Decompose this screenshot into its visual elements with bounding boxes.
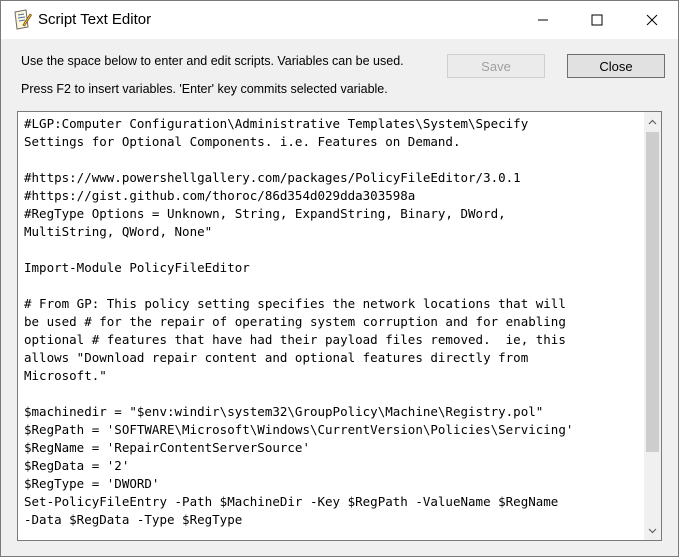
close-button[interactable]: Close bbox=[567, 54, 665, 78]
variables-hint-text: Press F2 to insert variables. 'Enter' ke… bbox=[21, 82, 388, 96]
close-icon bbox=[646, 14, 658, 26]
instructions-text: Use the space below to enter and edit sc… bbox=[21, 54, 404, 68]
script-text-editor-window: Script Text Editor Use the space below t… bbox=[0, 0, 679, 557]
scroll-up-button[interactable] bbox=[644, 113, 661, 130]
save-button[interactable]: Save bbox=[447, 54, 545, 78]
close-window-button[interactable] bbox=[629, 1, 675, 39]
minimize-button[interactable] bbox=[520, 1, 566, 39]
title-bar[interactable]: Script Text Editor bbox=[1, 1, 678, 39]
scrollbar-thumb[interactable] bbox=[646, 132, 659, 452]
minimize-icon bbox=[538, 19, 548, 21]
chevron-down-icon bbox=[648, 528, 657, 533]
maximize-icon bbox=[591, 14, 603, 26]
scroll-down-button[interactable] bbox=[644, 522, 661, 539]
window-title: Script Text Editor bbox=[38, 11, 152, 28]
maximize-button[interactable] bbox=[574, 1, 620, 39]
script-text-area[interactable]: #LGP:Computer Configuration\Administrati… bbox=[24, 115, 639, 537]
script-editor-icon bbox=[12, 9, 33, 31]
vertical-scrollbar[interactable] bbox=[644, 112, 661, 540]
script-editor[interactable]: #LGP:Computer Configuration\Administrati… bbox=[17, 111, 662, 541]
chevron-up-icon bbox=[648, 119, 657, 124]
